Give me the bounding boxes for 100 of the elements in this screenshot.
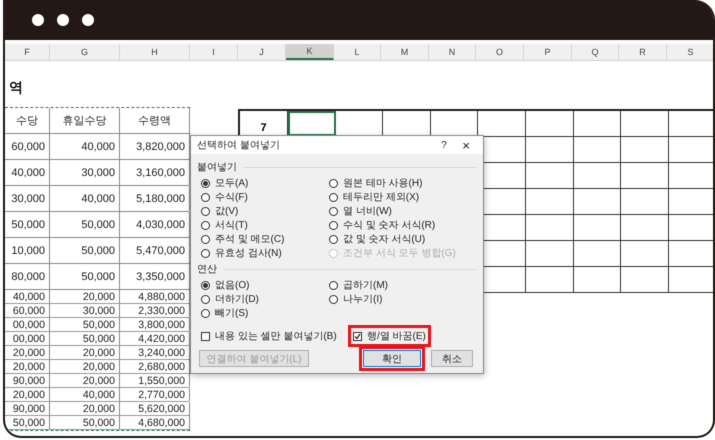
window-dot-icon[interactable] [82, 14, 94, 26]
column-header[interactable]: G [50, 44, 120, 60]
table-cell: 50,000 [50, 264, 120, 289]
table-cell: 80,000 [5, 264, 50, 289]
column-header[interactable]: K [286, 44, 334, 60]
column-header[interactable]: L [334, 44, 381, 60]
table-cell: 20,000 [50, 374, 120, 387]
column-header[interactable]: Q [572, 44, 619, 60]
table-cell: 90,000 [5, 374, 50, 387]
table-cell: 40,000 [50, 388, 120, 401]
option-label[interactable]: 모두(A) [215, 176, 248, 190]
table-cell: 1,550,000 [120, 374, 190, 387]
table-cell: 20,000 [5, 360, 50, 373]
column-header[interactable]: N [429, 44, 476, 60]
table-cell: 50,000 [50, 238, 120, 263]
option-label[interactable]: 수식(F) [215, 190, 248, 204]
radio-button[interactable] [329, 220, 338, 230]
option-label[interactable]: 원본 테마 사용(H) [343, 176, 422, 190]
help-button[interactable]: ? [433, 140, 455, 150]
option-label[interactable]: 빼기(S) [215, 306, 248, 320]
radio-button[interactable] [201, 294, 210, 304]
radio-button[interactable] [329, 192, 338, 202]
radio-button[interactable] [201, 280, 210, 290]
cancel-button[interactable]: 취소 [431, 350, 473, 367]
radio-button[interactable] [201, 248, 210, 258]
column-header[interactable]: P [524, 44, 572, 60]
option-label[interactable]: 유효성 검사(N) [215, 246, 282, 260]
option-label[interactable]: 열 너비(W) [343, 204, 392, 218]
radio-button[interactable] [329, 206, 338, 216]
checkbox[interactable] [201, 332, 210, 340]
option-label[interactable]: 나누기(I) [343, 292, 382, 306]
table-cell: 50,000 [5, 212, 50, 237]
table-cell: 20,000 [5, 388, 50, 401]
radio-button[interactable] [201, 192, 210, 202]
column-header[interactable]: I [190, 44, 238, 60]
table-cell: 50,000 [5, 416, 50, 429]
checkbox[interactable] [353, 332, 362, 340]
table-cell: 60,000 [5, 304, 50, 317]
header-cell: 수당 [5, 108, 50, 133]
radio-button[interactable] [329, 294, 338, 304]
column-header[interactable]: F [5, 44, 50, 60]
radio-button[interactable] [201, 206, 210, 216]
table-cell: 00,000 [5, 318, 50, 331]
table-cell: 40,000 [50, 186, 120, 211]
radio-button[interactable] [329, 178, 338, 188]
radio-button[interactable] [201, 220, 210, 230]
table-cell: 2,770,000 [120, 388, 190, 401]
option-label[interactable]: 값(V) [215, 204, 238, 218]
selected-cell [288, 111, 336, 136]
header-cell: 휴일수당 [50, 108, 120, 133]
radio-button[interactable] [201, 308, 210, 318]
section-label: 붙여넣기 [197, 161, 237, 174]
table-cell: 40,000 [5, 290, 50, 303]
dialog-title: 선택하여 붙여넣기 [197, 139, 281, 152]
close-button[interactable]: × [455, 138, 477, 152]
radio-button[interactable] [329, 234, 338, 244]
table-cell: 30,000 [50, 304, 120, 317]
option-label[interactable]: 서식(T) [215, 218, 248, 232]
column-header[interactable]: R [619, 44, 667, 60]
table-cell: 50,000 [50, 212, 120, 237]
option-label[interactable]: 주석 및 메모(C) [215, 232, 284, 246]
table-cell: 60,000 [5, 134, 50, 159]
checkbox-label[interactable]: 행/열 바꿈(E) [367, 329, 426, 343]
table-cell: 30,000 [5, 186, 50, 211]
transpose-option[interactable]: 행/열 바꿈(E) [351, 328, 428, 344]
table-cell: 20,000 [50, 346, 120, 359]
table-cell: 50,000 [50, 318, 120, 331]
radio-button[interactable] [201, 234, 210, 244]
option-label[interactable]: 없음(O) [215, 278, 250, 292]
option-label[interactable]: 테두리만 제외(X) [343, 190, 420, 204]
window-dot-icon[interactable] [32, 14, 44, 26]
option-label[interactable]: 값 및 숫자 서식(U) [343, 232, 426, 246]
table-cell: 4,680,000 [120, 416, 190, 429]
option-label[interactable]: 더하기(D) [215, 292, 259, 306]
table-cell: 40,000 [5, 160, 50, 185]
table-cell: 20,000 [5, 346, 50, 359]
table-cell: 5,620,000 [120, 402, 190, 415]
table-cell: 90,000 [5, 402, 50, 415]
check-icon [354, 332, 361, 340]
radio-button[interactable] [201, 178, 210, 188]
table-cell: 20,000 [50, 290, 120, 303]
table-cell: 50,000 [50, 416, 120, 429]
column-header[interactable]: O [476, 44, 524, 60]
table-cell: 20,000 [50, 402, 120, 415]
option-label[interactable]: 곱하기(M) [343, 278, 388, 292]
column-header[interactable]: S [667, 44, 713, 60]
checkbox-label[interactable]: 내용 있는 셀만 붙여넣기(B) [215, 329, 337, 343]
sheet-title: 역 [8, 78, 24, 97]
option-label[interactable]: 수식 및 숫자 서식(R) [343, 218, 436, 232]
table-cell: 00,000 [5, 332, 50, 345]
table-cell: 30,000 [50, 160, 120, 185]
table-cell: 40,000 [50, 134, 120, 159]
table-cell: 50,000 [50, 332, 120, 345]
column-header[interactable]: H [120, 44, 190, 60]
column-header[interactable]: M [381, 44, 429, 60]
table-cell: 20,000 [50, 360, 120, 373]
header-cell: 수령액 [120, 108, 190, 133]
table-cell: 10,000 [5, 238, 50, 263]
window-dot-icon[interactable] [57, 14, 69, 26]
radio-button[interactable] [329, 280, 338, 290]
